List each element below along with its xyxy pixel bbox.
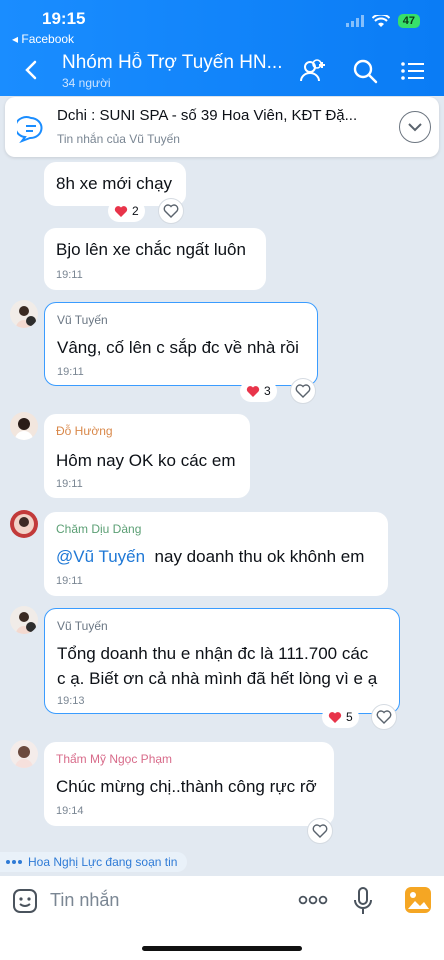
sender-name: Chăm Dịu Dàng (56, 522, 142, 536)
avatar-image (16, 306, 36, 328)
message-input[interactable]: Tin nhắn (50, 890, 119, 911)
message-text: Chúc mừng chị..thành công rực rỡ (56, 777, 317, 796)
message-text: Vâng, cố lên c sắp đc về nhà rồi (57, 338, 299, 357)
chat-header: 19:15 ◂ Facebook 47 Nhóm Hỗ Trợ Tuyến HN… (0, 0, 444, 96)
add-member-icon[interactable] (298, 56, 328, 86)
message-bubble[interactable]: Thẩm Mỹ Ngọc Phạm Chúc mừng chị..thành c… (44, 742, 334, 826)
heart-icon (246, 385, 260, 397)
avatar[interactable] (10, 412, 38, 440)
wifi-icon (371, 14, 390, 27)
heart-icon (114, 205, 128, 217)
home-indicator (142, 946, 302, 951)
search-icon[interactable] (350, 56, 380, 86)
chevron-left-icon[interactable] (18, 56, 46, 84)
avatar-image (15, 418, 33, 440)
avatar[interactable] (10, 606, 38, 634)
pinned-message-source: Tin nhắn của Vũ Tuyến (57, 132, 180, 146)
avatar[interactable] (10, 510, 38, 538)
reaction-number: 2 (132, 204, 139, 218)
message-bubble[interactable]: Vũ Tuyến Vâng, cố lên c sắp đc về nhà rồ… (44, 302, 318, 386)
sender-name: Thẩm Mỹ Ngọc Phạm (56, 752, 173, 766)
avatar-image (15, 746, 33, 768)
chevron-down-icon (408, 123, 422, 132)
mic-icon[interactable] (352, 886, 374, 916)
pinned-message-text: Dchi : SUNI SPA - số 39 Hoa Viên, KĐT Đặ… (57, 107, 358, 124)
avatar[interactable] (10, 740, 38, 768)
pinned-message[interactable]: Dchi : SUNI SPA - số 39 Hoa Viên, KĐT Đặ… (5, 97, 439, 157)
message-text: 8h xe mới chạy (56, 174, 173, 193)
message-time: 19:13 (57, 695, 85, 707)
message-bubble[interactable]: Bjo lên xe chắc ngất luôn 19:11 (44, 228, 266, 290)
avatar-image (16, 612, 36, 634)
group-title[interactable]: Nhóm Hỗ Trợ Tuyến HN... (62, 52, 282, 74)
react-button[interactable] (290, 378, 316, 404)
reaction-count[interactable]: 5 (322, 706, 359, 728)
message-text: @Vũ Tuyến nay doanh thu ok khônh em (56, 544, 364, 569)
message-text-line-1: Tổng doanh thu e nhận đc là 111.700 các (57, 644, 369, 663)
react-button[interactable] (158, 198, 184, 224)
avatar[interactable] (10, 300, 38, 328)
signal-icon (345, 15, 364, 27)
heart-icon (328, 711, 342, 723)
expand-pinned-button[interactable] (399, 111, 431, 143)
message-text: Hôm nay OK ko các em (56, 451, 236, 470)
message-time: 19:11 (56, 478, 83, 490)
react-button[interactable] (307, 818, 333, 844)
heart-outline-icon (295, 384, 311, 398)
sender-name: Vũ Tuyến (57, 619, 108, 633)
message-text-body: nay doanh thu ok khônh em (154, 547, 365, 566)
heart-outline-icon (376, 710, 392, 724)
heart-outline-icon (163, 204, 179, 218)
sender-name: Vũ Tuyến (57, 313, 108, 327)
typing-indicator: Hoa Nghị Lực đang soạn tin (0, 852, 188, 872)
message-time: 19:14 (56, 805, 84, 817)
typing-text: Hoa Nghị Lực đang soạn tin (28, 855, 178, 869)
sender-name: Đỗ Hường (56, 424, 113, 438)
status-time: 19:15 (42, 9, 86, 28)
more-icon[interactable] (298, 894, 328, 906)
message-bubble[interactable]: Đỗ Hường Hôm nay OK ko các em 19:11 (44, 414, 250, 498)
status-icons: 47 (345, 14, 420, 28)
message-text-line-2: c ạ. Biết ơn cả nhà mình đã hết lòng vì … (57, 669, 378, 688)
pinned-message-icon (17, 116, 43, 143)
user-mention[interactable]: @Vũ Tuyến (56, 547, 145, 566)
message-time: 19:11 (56, 575, 83, 587)
message-text: Bjo lên xe chắc ngất luôn (56, 240, 246, 259)
message-bubble[interactable]: Vũ Tuyến Tổng doanh thu e nhận đc là 111… (44, 608, 400, 714)
back-to-app-link[interactable]: ◂ Facebook (12, 32, 74, 46)
message-time: 19:11 (56, 269, 83, 281)
reaction-number: 5 (346, 710, 353, 724)
react-button[interactable] (371, 704, 397, 730)
reaction-number: 3 (264, 384, 271, 398)
reaction-count[interactable]: 3 (240, 380, 277, 402)
heart-outline-icon (312, 824, 328, 838)
battery-indicator: 47 (397, 14, 420, 28)
member-count: 34 người (62, 76, 111, 90)
menu-icon[interactable] (398, 56, 428, 86)
reaction-count[interactable]: 2 (108, 200, 145, 222)
avatar-image (14, 514, 34, 534)
typing-dots (6, 860, 22, 864)
message-time: 19:11 (57, 366, 84, 378)
image-icon[interactable] (404, 886, 432, 914)
sticker-icon[interactable] (12, 888, 38, 914)
message-bubble[interactable]: Chăm Dịu Dàng @Vũ Tuyến nay doanh thu ok… (44, 512, 388, 596)
